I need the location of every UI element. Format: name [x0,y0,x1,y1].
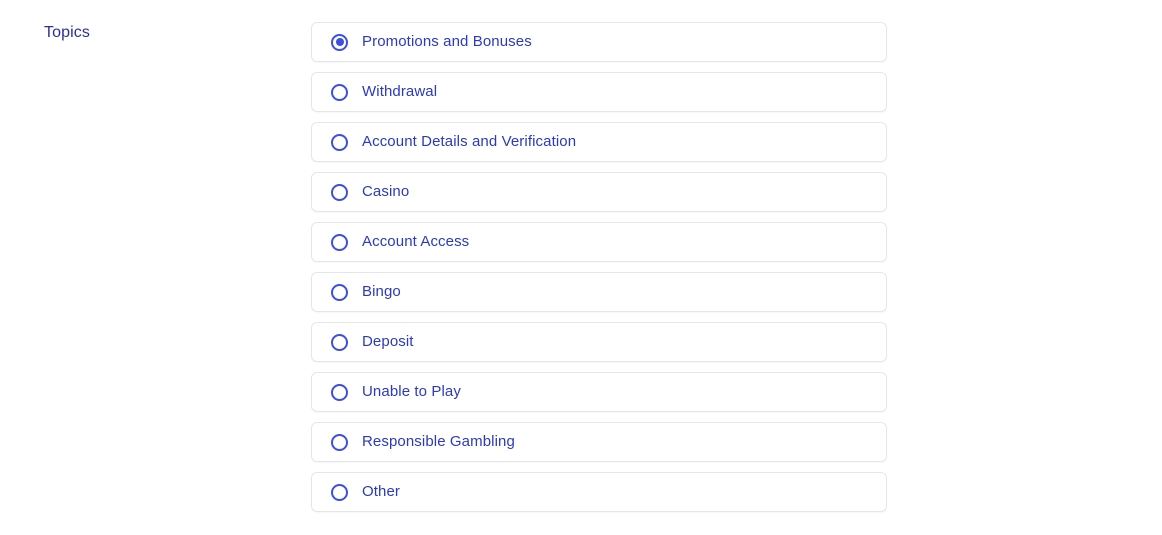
radio-unselected-icon[interactable] [331,333,348,351]
radio-unselected-icon[interactable] [331,483,348,501]
topic-option-label: Bingo [362,283,401,300]
topic-option-label: Unable to Play [362,383,461,400]
topic-option-label: Account Details and Verification [362,133,577,150]
topic-option[interactable]: Unable to Play [311,372,887,412]
radio-unselected-icon[interactable] [331,233,348,251]
topic-option[interactable]: Bingo [311,272,887,312]
topic-option-label: Withdrawal [362,83,438,100]
topic-option[interactable]: Account Access [311,222,887,262]
topic-option-label: Responsible Gambling [362,433,515,450]
radio-selected-icon[interactable] [331,33,348,51]
topic-option[interactable]: Other [311,472,887,512]
topic-option-label: Account Access [362,233,470,250]
radio-unselected-icon[interactable] [331,83,348,101]
topic-option-label: Other [362,483,401,500]
radio-unselected-icon[interactable] [331,183,348,201]
radio-unselected-icon[interactable] [331,383,348,401]
topic-option[interactable]: Casino [311,172,887,212]
topic-option-label: Deposit [362,333,414,350]
topic-option[interactable]: Responsible Gambling [311,422,887,462]
topic-option[interactable]: Deposit [311,322,887,362]
topics-radio-group: Promotions and Bonuses Withdrawal Account … [311,22,887,512]
radio-unselected-icon[interactable] [331,133,348,151]
page-title: Topics [44,24,90,41]
topics-selection-screen: Topics Promotions and Bonuses Withdrawal A… [0,0,1162,535]
topic-option[interactable]: Withdrawal [311,72,887,112]
topic-option[interactable]: Account Details and Verification [311,122,887,162]
radio-unselected-icon[interactable] [331,433,348,451]
topic-option-label: Promotions and Bonuses [362,33,532,50]
radio-dot-icon [335,38,344,46]
topic-option-label: Casino [362,183,410,200]
topic-option[interactable]: Promotions and Bonuses [311,22,887,62]
radio-unselected-icon[interactable] [331,283,348,301]
